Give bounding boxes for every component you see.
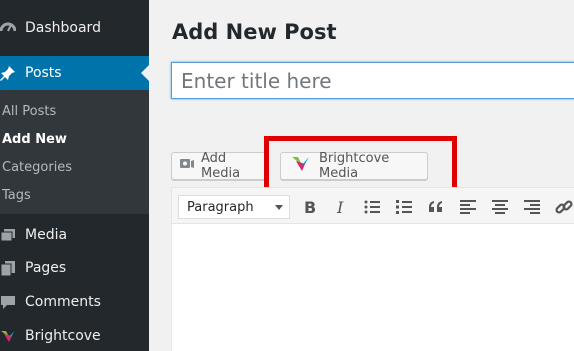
format-select-value: Paragraph <box>187 199 254 215</box>
format-select[interactable]: Paragraph <box>178 195 290 219</box>
admin-sidebar: Dashboard Posts All Posts Add New Catego… <box>0 0 149 351</box>
svg-text:B: B <box>304 198 316 217</box>
svg-text:I: I <box>336 198 344 217</box>
pages-icon <box>0 260 16 277</box>
menu-item-media[interactable]: Media <box>0 218 149 252</box>
editor-toolbar: Paragraph B I <box>172 188 574 224</box>
posts-submenu: All Posts Add New Categories Tags <box>0 90 149 214</box>
post-title-input[interactable] <box>171 62 574 99</box>
comment-icon <box>0 294 16 310</box>
chevron-down-icon <box>275 205 283 210</box>
menu-label-comments: Comments <box>25 294 101 310</box>
add-media-button[interactable]: Add Media <box>171 151 267 181</box>
align-right-icon[interactable] <box>522 197 542 217</box>
submenu-categories[interactable]: Categories <box>2 160 72 175</box>
link-icon[interactable] <box>554 197 574 217</box>
pushpin-icon <box>0 65 16 81</box>
align-center-icon[interactable] <box>490 197 510 217</box>
menu-item-posts[interactable]: Posts <box>0 56 149 90</box>
italic-icon[interactable]: I <box>331 197 351 217</box>
menu-label-brightcove: Brightcove <box>25 328 101 344</box>
brightcove-icon <box>0 328 16 344</box>
add-media-label: Add Media <box>201 151 241 181</box>
dashboard-icon <box>0 20 17 36</box>
blockquote-icon[interactable] <box>426 197 446 217</box>
menu-label-media: Media <box>25 227 68 243</box>
bulleted-list-icon[interactable] <box>362 197 382 217</box>
menu-item-brightcove[interactable]: Brightcove <box>0 319 149 351</box>
menu-item-dashboard[interactable]: Dashboard <box>0 11 149 45</box>
submenu-add-new[interactable]: Add New <box>2 132 67 147</box>
numbered-list-icon[interactable] <box>394 197 414 217</box>
camera-music-icon <box>179 156 195 176</box>
menu-label-posts: Posts <box>25 65 62 81</box>
media-icon <box>0 227 16 243</box>
submenu-all-posts[interactable]: All Posts <box>2 104 56 119</box>
menu-item-comments[interactable]: Comments <box>0 285 149 319</box>
page-title: Add New Post <box>172 20 337 44</box>
menu-label-dashboard: Dashboard <box>25 20 101 36</box>
submenu-tags[interactable]: Tags <box>2 188 31 203</box>
menu-label-pages: Pages <box>25 260 67 276</box>
bold-icon[interactable]: B <box>300 197 320 217</box>
post-editor[interactable]: Paragraph B I <box>171 187 574 351</box>
align-left-icon[interactable] <box>458 197 478 217</box>
menu-item-pages[interactable]: Pages <box>0 251 149 285</box>
